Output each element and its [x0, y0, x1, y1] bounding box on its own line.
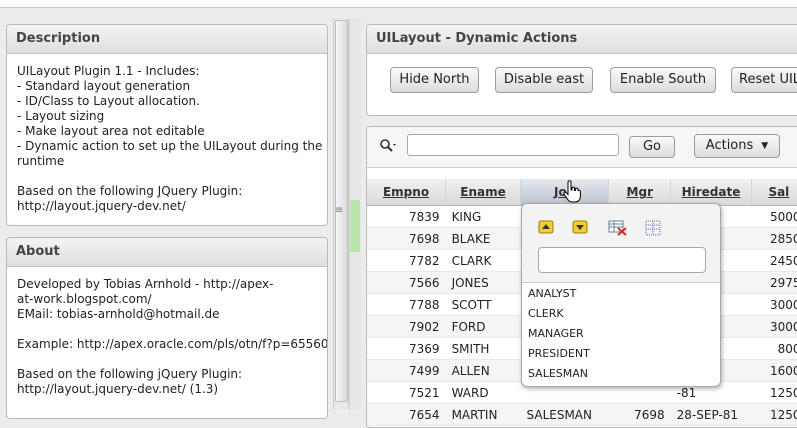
about-title: About — [7, 238, 327, 267]
about-body: Developed by Tobias Arnhold - http://ape… — [7, 267, 327, 407]
resizer-toggle[interactable] — [350, 200, 360, 252]
cell-empno: 7369 — [367, 337, 446, 360]
control-break-icon[interactable] — [644, 220, 662, 236]
cell-sal: 2975 — [751, 271, 797, 294]
column-header-mgr[interactable]: Mgr — [608, 179, 672, 206]
sort-ascending-icon[interactable] — [538, 220, 554, 234]
description-line: UILayout Plugin 1.1 - Includes: — [17, 64, 200, 78]
about-panel: About Developed by Tobias Arnhold - http… — [6, 237, 328, 419]
cell-sal: 2850 — [751, 227, 797, 250]
chevron-down-icon: ▼ — [761, 141, 769, 151]
cell-sal: 1250 — [751, 381, 797, 404]
cell-sal: 1250 — [751, 403, 797, 426]
description-line: runtime — [17, 154, 65, 168]
cell-job: SALESMAN — [520, 403, 609, 426]
column-value-option[interactable]: PRESIDENT — [528, 344, 590, 364]
reset-uilayout-button[interactable]: Reset UILayout — [731, 67, 797, 93]
cell-ename: BLAKE — [445, 227, 521, 250]
cell-ename: JONES — [445, 271, 521, 294]
description-line: - Layout sizing — [17, 109, 105, 123]
cell-ename: WARD — [445, 381, 521, 404]
column-value-option[interactable]: CLERK — [528, 304, 590, 324]
cell-ename: ALLEN — [445, 359, 521, 382]
description-line: - Make layout area not editable — [17, 124, 205, 138]
column-header-sal[interactable]: Sal — [751, 179, 797, 206]
cell-sal: 5000 — [751, 205, 797, 228]
cell-empno: 7499 — [367, 359, 446, 382]
description-title: Description — [7, 25, 327, 54]
cell-hiredate: 28-SEP-81 — [670, 403, 752, 426]
cell-sal: 1600 — [751, 359, 797, 382]
cell-ename: CLARK — [445, 249, 521, 272]
hide-north-button[interactable]: Hide North — [390, 67, 479, 93]
about-link[interactable]: http://layout.jquery-dev.net/ (1.3) — [17, 382, 317, 397]
cell-ename: SCOTT — [445, 293, 521, 316]
column-value-option[interactable]: MANAGER — [528, 324, 590, 344]
cell-ename: MARTIN — [445, 403, 521, 426]
description-line: Based on the following JQuery Plugin: — [17, 184, 243, 198]
top-bar — [0, 0, 797, 8]
description-line: - Standard layout generation — [17, 79, 191, 93]
column-value-option[interactable]: ANALYST — [528, 284, 590, 304]
about-line: Based on the following jQuery Plugin: — [17, 367, 243, 381]
cell-empno: 7654 — [367, 403, 446, 426]
about-line: EMail: tobias-arnhold@hotmail.de — [17, 307, 220, 321]
about-line — [17, 352, 317, 367]
cell-sal: 3000 — [751, 315, 797, 338]
disable-east-button[interactable]: Disable east — [495, 67, 593, 93]
description-panel: Description UILayout Plugin 1.1 - Includ… — [6, 24, 328, 226]
column-menu-toolbar — [522, 204, 720, 283]
search-input[interactable] — [407, 134, 619, 156]
column-filter-input[interactable] — [538, 247, 706, 273]
actions-label: Actions — [705, 138, 754, 153]
remove-filter-icon[interactable] — [608, 220, 628, 236]
column-value-list: ANALYST CLERK MANAGER PRESIDENT SALESMAN — [528, 284, 590, 384]
cell-empno: 7788 — [367, 293, 446, 316]
description-link[interactable]: http://layout.jquery-dev.net/ — [17, 199, 317, 214]
column-value-option[interactable]: SALESMAN — [528, 364, 590, 384]
enable-south-button[interactable]: Enable South — [610, 67, 716, 93]
about-line: at-work.blogspot.com/ — [17, 292, 152, 306]
cell-ename: SMITH — [445, 337, 521, 360]
table-header-row: Empno Ename Job Mgr Hiredate Sal — [367, 179, 797, 206]
go-button[interactable]: Go — [629, 136, 675, 158]
cell-sal: 2450 — [751, 249, 797, 272]
description-line — [17, 169, 317, 184]
hand-cursor-icon — [562, 180, 582, 207]
cell-empno: 7698 — [367, 227, 446, 250]
cell-ename: FORD — [445, 315, 521, 338]
actions-menu-button[interactable]: Actions ▼ — [694, 134, 780, 158]
resizer-grip-icon: ≡ — [335, 205, 344, 216]
cell-empno: 7566 — [367, 271, 446, 294]
dynamic-actions-panel: UILayout - Dynamic Actions Hide North Di… — [366, 24, 797, 116]
column-filter-menu: ANALYST CLERK MANAGER PRESIDENT SALESMAN — [521, 203, 721, 387]
about-line: Developed by Tobias Arnhold - http://ape… — [17, 277, 274, 291]
about-line — [17, 322, 317, 337]
cell-sal: 800 — [751, 337, 797, 360]
cell-empno: 7782 — [367, 249, 446, 272]
cell-empno: 7902 — [367, 315, 446, 338]
cell-empno: 7521 — [367, 381, 446, 404]
description-line: - Dynamic action to set up the UILayout … — [17, 139, 323, 153]
column-header-hiredate[interactable]: Hiredate — [670, 179, 752, 206]
about-line: Example: http://apex.oracle.com/pls/otn/… — [17, 337, 328, 351]
cell-empno: 7839 — [367, 205, 446, 228]
search-icon[interactable] — [379, 138, 397, 158]
search-bar: Go Actions ▼ — [367, 127, 797, 168]
description-line: - ID/Class to Layout allocation. — [17, 94, 200, 108]
description-body: UILayout Plugin 1.1 - Includes: - Standa… — [7, 54, 327, 224]
column-header-ename[interactable]: Ename — [445, 179, 522, 206]
table-row: 7654MARTINSALESMAN769828-SEP-811250 — [367, 403, 797, 426]
sort-descending-icon[interactable] — [572, 220, 588, 234]
cell-ename: KING — [445, 205, 521, 228]
column-header-empno[interactable]: Empno — [367, 179, 447, 206]
dynamic-actions-title: UILayout - Dynamic Actions — [367, 25, 797, 54]
cell-mgr: 7698 — [608, 403, 671, 426]
cell-sal: 3000 — [751, 293, 797, 316]
